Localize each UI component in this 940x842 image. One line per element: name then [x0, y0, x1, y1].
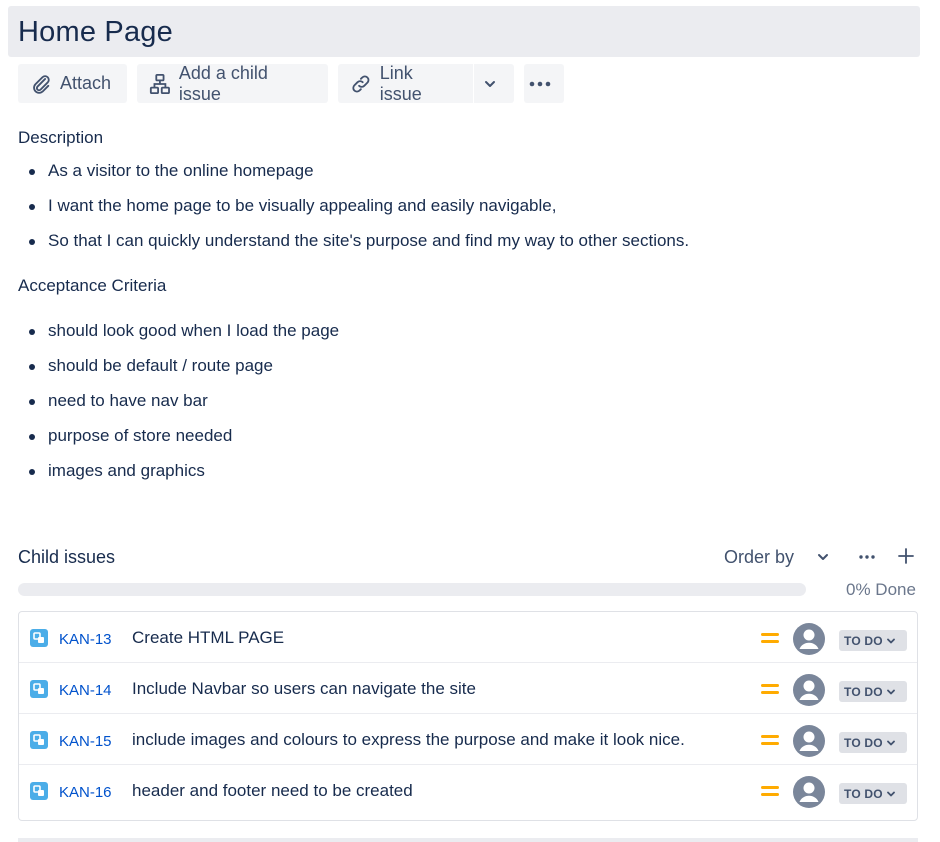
- progress-label: 0% Done: [846, 580, 916, 599]
- progress-bar: [18, 583, 806, 596]
- acceptance-item: need to have nav bar: [18, 389, 339, 424]
- priority-medium-icon: [761, 684, 779, 694]
- priority-medium-icon: [761, 633, 779, 643]
- link-issue-button[interactable]: Link issue: [338, 62, 473, 104]
- issue-summary[interactable]: include images and colours to express th…: [132, 730, 685, 750]
- priority-medium-icon: [761, 786, 779, 796]
- acceptance-item: should be default / route page: [18, 354, 339, 389]
- attach-label: Attach: [60, 73, 112, 93]
- link-issue-label: Link issue: [379, 62, 422, 104]
- acceptance-item: should look good when I load the page: [18, 319, 339, 354]
- acceptance-criteria-list[interactable]: should look good when I load the page sh…: [18, 319, 339, 494]
- issue-summary[interactable]: Create HTML PAGE: [132, 628, 284, 648]
- child-issues-header: Child issues Order by: [18, 546, 918, 570]
- priority-medium-icon: [761, 735, 779, 745]
- chevron-down-icon: [886, 740, 895, 745]
- avatar-icon[interactable]: [793, 623, 825, 655]
- table-row[interactable]: KAN-13 Create HTML PAGE TO DO: [19, 612, 917, 663]
- issue-summary[interactable]: header and footer need to be created: [132, 781, 413, 801]
- more-icon[interactable]: [858, 548, 876, 566]
- avatar-icon[interactable]: [793, 725, 825, 757]
- description-item: So that I can quickly understand the sit…: [18, 229, 689, 264]
- issue-key-link[interactable]: KAN-14: [59, 682, 112, 699]
- chevron-down-icon: [886, 791, 895, 796]
- subtask-icon: [30, 680, 48, 698]
- table-row[interactable]: KAN-15 include images and colours to exp…: [19, 714, 917, 765]
- add-child-label: Add a child issue: [178, 62, 268, 104]
- subtask-icon: [30, 782, 48, 800]
- acceptance-item: purpose of store needed: [18, 424, 339, 459]
- issue-key-link[interactable]: KAN-15: [59, 733, 112, 750]
- issue-key-link[interactable]: KAN-16: [59, 784, 112, 801]
- description-item: As a visitor to the online homepage: [18, 159, 689, 194]
- description-item: I want the home page to be visually appe…: [18, 194, 689, 229]
- status-label: TO DO: [844, 786, 883, 801]
- link-icon: [352, 75, 370, 92]
- status-badge[interactable]: TO DO: [839, 783, 907, 804]
- description-list[interactable]: As a visitor to the online homepage I wa…: [18, 159, 689, 264]
- chevron-down-icon[interactable]: [816, 548, 830, 566]
- avatar-icon[interactable]: [793, 776, 825, 808]
- chevron-down-icon: [485, 80, 495, 87]
- plus-icon[interactable]: [896, 546, 916, 566]
- more-actions-button[interactable]: [524, 64, 564, 103]
- issue-key-link[interactable]: KAN-13: [59, 631, 112, 648]
- acceptance-item: images and graphics: [18, 459, 339, 494]
- paperclip-icon: [33, 74, 50, 94]
- add-child-issue-button[interactable]: Add a child issue: [137, 62, 328, 104]
- avatar-icon[interactable]: [793, 674, 825, 706]
- status-label: TO DO: [844, 633, 883, 648]
- link-issue-dropdown-button[interactable]: [474, 64, 514, 103]
- status-badge[interactable]: TO DO: [839, 681, 907, 702]
- attach-button[interactable]: Attach: [18, 64, 127, 103]
- more-icon: [529, 81, 551, 86]
- hierarchy-icon: [149, 73, 170, 94]
- child-issues-list: KAN-13 Create HTML PAGE TO DO KAN-14 Inc…: [18, 611, 918, 821]
- child-issues-title: Child issues: [18, 547, 116, 567]
- chevron-down-icon: [886, 638, 895, 643]
- status-label: TO DO: [844, 684, 883, 699]
- status-badge[interactable]: TO DO: [839, 732, 907, 753]
- table-row[interactable]: KAN-16 header and footer need to be crea…: [19, 765, 917, 816]
- status-label: TO DO: [844, 735, 883, 750]
- description-heading: Description: [18, 128, 104, 147]
- subtask-icon: [30, 629, 48, 647]
- status-badge[interactable]: TO DO: [839, 630, 907, 651]
- order-by-button[interactable]: Order by: [724, 547, 794, 568]
- title-bar: Home Page: [8, 6, 920, 57]
- chevron-down-icon: [886, 689, 895, 694]
- issue-summary[interactable]: Include Navbar so users can navigate the…: [132, 679, 476, 699]
- divider: [18, 838, 918, 842]
- subtask-icon: [30, 731, 48, 749]
- page-title[interactable]: Home Page: [18, 16, 173, 49]
- acceptance-criteria-heading: Acceptance Criteria: [18, 276, 167, 295]
- table-row[interactable]: KAN-14 Include Navbar so users can navig…: [19, 663, 917, 714]
